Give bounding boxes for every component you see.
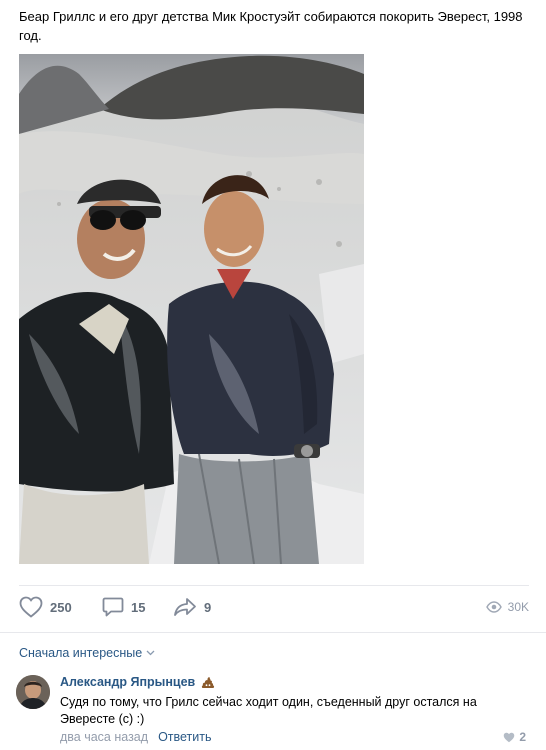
comment-like-count: 2 (519, 730, 526, 744)
section-divider (0, 632, 546, 633)
comment-author[interactable]: Александр Япрынцев (60, 675, 215, 689)
post-photo[interactable] (19, 54, 364, 564)
heart-icon (504, 732, 515, 742)
comment-time[interactable]: два часа назад (60, 730, 148, 744)
views-counter: 30K (485, 596, 529, 618)
comment-item: Александр Япрынцев Судя по тому, что Гри… (16, 673, 530, 745)
comment-button[interactable]: 15 (102, 596, 145, 618)
like-button[interactable]: 250 (19, 596, 72, 618)
views-count: 30K (507, 600, 529, 614)
comment-meta: два часа назад Ответить (60, 730, 212, 744)
comment-author-name: Александр Япрынцев (60, 675, 196, 689)
share-arrow-icon (174, 598, 196, 616)
post-text: Беар Гриллс и его друг детства Мик Крост… (19, 9, 523, 43)
eye-icon (485, 601, 502, 613)
share-count: 9 (204, 599, 212, 615)
post-divider (19, 585, 529, 586)
like-count: 250 (50, 599, 72, 615)
heart-icon (19, 596, 43, 618)
share-button[interactable]: 9 (173, 596, 211, 618)
comment-bubble-icon (102, 597, 124, 617)
chevron-down-icon (146, 650, 155, 656)
poop-emoji-icon (202, 676, 215, 688)
comment-count: 15 (131, 599, 146, 615)
comment-like-button[interactable]: 2 (503, 730, 526, 744)
avatar[interactable] (16, 675, 50, 709)
comments-sort-label: Сначала интересные (19, 646, 143, 660)
post-actions-bar: 250 15 9 30K (19, 596, 529, 618)
comments-sort-dropdown[interactable]: Сначала интересные (19, 646, 155, 660)
reply-link[interactable]: Ответить (158, 730, 211, 744)
comment-text: Судя по тому, что Грилс сейчас ходит оди… (60, 695, 477, 726)
